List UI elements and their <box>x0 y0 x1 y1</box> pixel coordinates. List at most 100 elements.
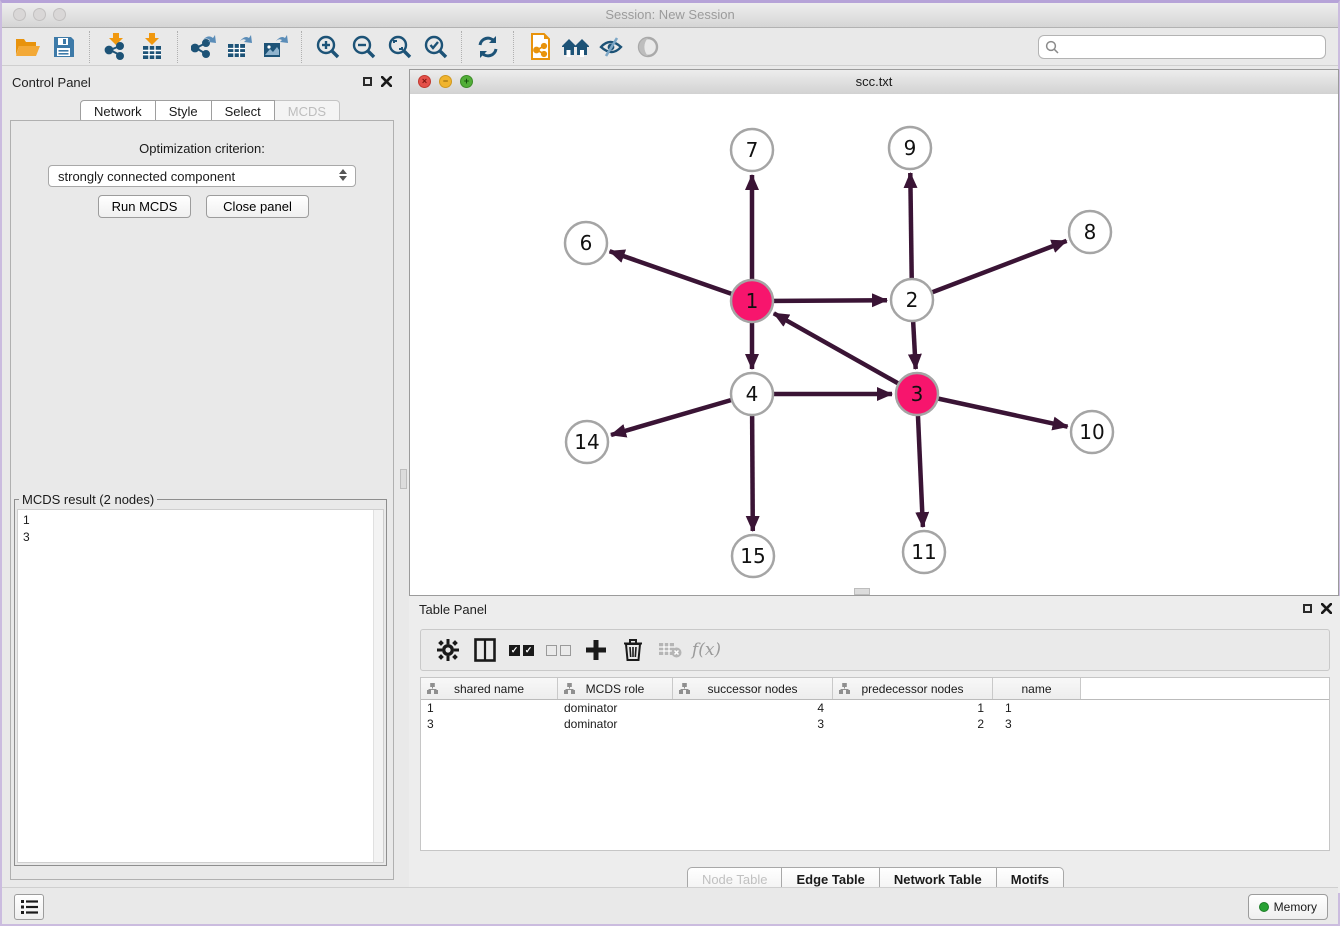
save-session-icon[interactable] <box>46 30 82 64</box>
toolbar-separator <box>89 31 91 63</box>
mcds-result-title: MCDS result (2 nodes) <box>19 492 157 507</box>
application-window: Session: New Session <box>0 0 1340 926</box>
table-body: 1dominator4113dominator323 <box>421 700 1329 732</box>
edge-3-10 <box>917 394 1068 427</box>
node-table[interactable]: shared nameMCDS rolesuccessor nodesprede… <box>420 677 1330 851</box>
table-panel: Table Panel ✓✓ <box>409 596 1340 893</box>
optimization-criterion-label: Optimization criterion: <box>11 141 393 156</box>
zoom-in-icon[interactable] <box>310 30 346 64</box>
table-toolbar: ✓✓ f(x) <box>420 629 1330 671</box>
edge-2-8 <box>912 241 1067 300</box>
svg-text:14: 14 <box>574 430 599 454</box>
svg-text:4: 4 <box>746 382 759 406</box>
export-network-icon[interactable] <box>186 30 222 64</box>
mcds-result-text: 1 3 <box>23 512 30 546</box>
select-all-columns-icon[interactable]: ✓✓ <box>503 632 540 668</box>
svg-text:11: 11 <box>911 540 936 564</box>
import-table-icon[interactable] <box>134 30 170 64</box>
table-row[interactable]: 1dominator411 <box>421 700 1329 716</box>
column-header-MCDS-role[interactable]: MCDS role <box>558 678 673 699</box>
zoom-fit-icon[interactable] <box>382 30 418 64</box>
column-header-name[interactable]: name <box>993 678 1081 699</box>
table-header-row: shared nameMCDS rolesuccessor nodesprede… <box>421 678 1329 700</box>
svg-text:15: 15 <box>740 544 765 568</box>
toolbar-separator <box>513 31 515 63</box>
first-neighbors-icon[interactable] <box>558 30 594 64</box>
svg-text:3: 3 <box>911 382 924 406</box>
table-cell[interactable]: 3 <box>993 717 1081 731</box>
control-panel-title: Control Panel <box>12 75 91 90</box>
memory-button[interactable]: Memory <box>1248 894 1328 920</box>
import-network-icon[interactable] <box>98 30 134 64</box>
birds-eye-view-icon[interactable] <box>630 30 666 64</box>
list-icon <box>21 900 38 914</box>
column-header-predecessor-nodes[interactable]: predecessor nodes <box>833 678 993 699</box>
search-input[interactable] <box>1063 39 1325 56</box>
zoom-selected-icon[interactable] <box>418 30 454 64</box>
result-scrollbar[interactable] <box>373 510 383 862</box>
table-cell[interactable]: 2 <box>833 717 993 731</box>
task-history-button[interactable] <box>14 894 44 920</box>
network-window-titlebar: × − + scc.txt <box>410 70 1338 95</box>
svg-text:2: 2 <box>906 288 919 312</box>
table-panel-title: Table Panel <box>419 602 487 617</box>
table-row[interactable]: 3dominator323 <box>421 716 1329 732</box>
edge-1-6 <box>610 251 752 301</box>
table-cell[interactable]: dominator <box>558 717 673 731</box>
svg-text:6: 6 <box>580 231 593 255</box>
table-cell[interactable]: 3 <box>421 717 558 731</box>
refresh-icon[interactable] <box>470 30 506 64</box>
table-cell[interactable]: 1 <box>993 701 1081 715</box>
select-stepper-icon <box>339 169 347 181</box>
horizontal-splitter-grip[interactable] <box>854 588 870 595</box>
svg-text:8: 8 <box>1084 220 1097 244</box>
delete-column-icon[interactable] <box>614 632 651 668</box>
svg-text:9: 9 <box>904 136 917 160</box>
open-session-icon[interactable] <box>10 30 46 64</box>
toolbar-separator <box>177 31 179 63</box>
mcds-result-box: MCDS result (2 nodes) 1 3 <box>14 492 387 866</box>
float-panel-icon[interactable] <box>363 77 372 86</box>
network-view-window: × − + scc.txt 7968124314101511 <box>409 69 1339 596</box>
table-cell[interactable]: 3 <box>673 717 833 731</box>
settings-gear-icon[interactable] <box>429 632 466 668</box>
export-table-icon[interactable] <box>222 30 258 64</box>
run-mcds-button[interactable]: Run MCDS <box>98 195 191 218</box>
search-icon <box>1045 40 1059 54</box>
clone-network-icon[interactable] <box>522 30 558 64</box>
close-panel-button[interactable]: Close panel <box>206 195 309 218</box>
edge-3-1 <box>774 313 917 394</box>
close-table-panel-icon[interactable] <box>1321 603 1332 614</box>
svg-text:10: 10 <box>1079 420 1104 444</box>
column-header-shared-name[interactable]: shared name <box>421 678 558 699</box>
table-cell[interactable]: 1 <box>833 701 993 715</box>
window-title: Session: New Session <box>2 7 1338 22</box>
table-cell[interactable]: 4 <box>673 701 833 715</box>
zoom-out-icon[interactable] <box>346 30 382 64</box>
table-cell[interactable]: 1 <box>421 701 558 715</box>
show-graphics-details-icon[interactable] <box>594 30 630 64</box>
status-bar: Memory <box>2 887 1338 924</box>
table-cell[interactable]: dominator <box>558 701 673 715</box>
window-titlebar: Session: New Session <box>2 3 1338 28</box>
search-box <box>1038 35 1326 59</box>
show-columns-icon[interactable] <box>466 632 503 668</box>
add-column-icon[interactable] <box>577 632 614 668</box>
close-panel-icon[interactable] <box>381 76 392 87</box>
export-image-icon[interactable] <box>258 30 294 64</box>
svg-text:7: 7 <box>746 138 759 162</box>
column-header-successor-nodes[interactable]: successor nodes <box>673 678 833 699</box>
network-graph[interactable]: 7968124314101511 <box>410 94 1338 595</box>
vertical-splitter-grip[interactable] <box>400 469 407 489</box>
criterion-select[interactable]: strongly connected component <box>48 165 356 187</box>
column-header-filler <box>1081 678 1329 699</box>
network-canvas[interactable]: 7968124314101511 <box>410 94 1338 595</box>
unselect-all-columns-icon[interactable] <box>540 632 577 668</box>
function-builder-icon: f(x) <box>688 632 725 668</box>
float-table-panel-icon[interactable] <box>1303 604 1312 613</box>
delete-table-icon <box>651 632 688 668</box>
memory-label: Memory <box>1274 900 1317 914</box>
control-panel: Control Panel Network Style Select MCDS … <box>2 69 402 893</box>
criterion-value: strongly connected component <box>58 169 235 184</box>
mcds-result-area[interactable]: 1 3 <box>17 509 384 863</box>
